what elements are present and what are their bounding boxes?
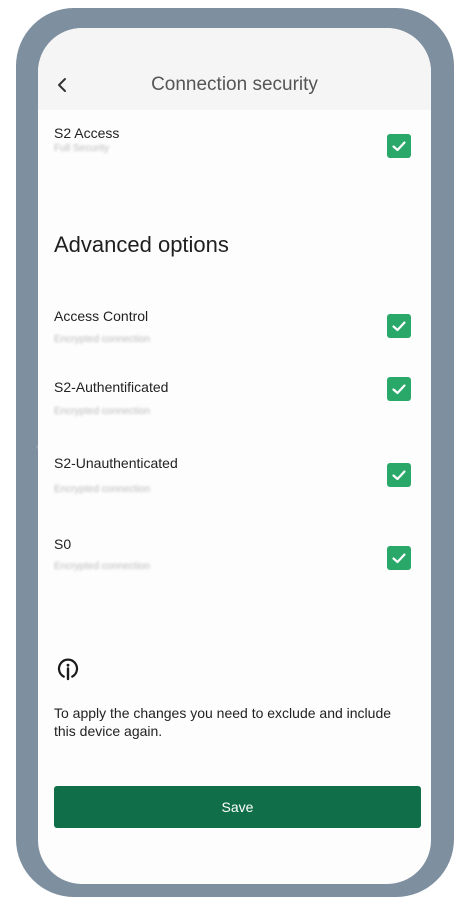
s2-unauthenticated-title: S2-Unauthenticated	[54, 455, 178, 471]
s2-access-subtitle: Full Security	[54, 143, 110, 154]
access-control-checkbox[interactable]	[387, 314, 411, 338]
header	[38, 28, 431, 110]
page-title: Connection security	[151, 74, 318, 95]
check-icon	[392, 553, 406, 564]
check-icon	[392, 141, 406, 152]
check-icon	[392, 384, 406, 395]
check-icon	[392, 321, 406, 332]
info-icon	[56, 657, 80, 681]
check-icon	[392, 470, 406, 481]
access-control-subtitle: Encrypted connection	[54, 334, 151, 345]
s2-access-title: S2 Access	[54, 125, 120, 141]
s2-access-checkbox[interactable]	[387, 134, 411, 158]
section-title-advanced: Advanced options	[54, 232, 229, 257]
s0-subtitle: Encrypted connection	[54, 561, 151, 572]
s2-authentificated-subtitle: Encrypted connection	[54, 406, 151, 417]
phone-screen: Connection security S2 Access Full Secur…	[38, 28, 431, 884]
s2-unauthenticated-subtitle: Encrypted connection	[54, 484, 151, 495]
s0-checkbox[interactable]	[387, 546, 411, 570]
save-button[interactable]: Save	[54, 786, 421, 828]
s2-authentificated-title: S2-Authentificated	[54, 379, 169, 395]
s2-authentificated-checkbox[interactable]	[387, 377, 411, 401]
s2-unauthenticated-checkbox[interactable]	[387, 463, 411, 487]
s0-title: S0	[54, 536, 72, 552]
access-control-title: Access Control	[54, 308, 149, 324]
info-text: To apply the changes you need to exclude…	[54, 705, 392, 739]
